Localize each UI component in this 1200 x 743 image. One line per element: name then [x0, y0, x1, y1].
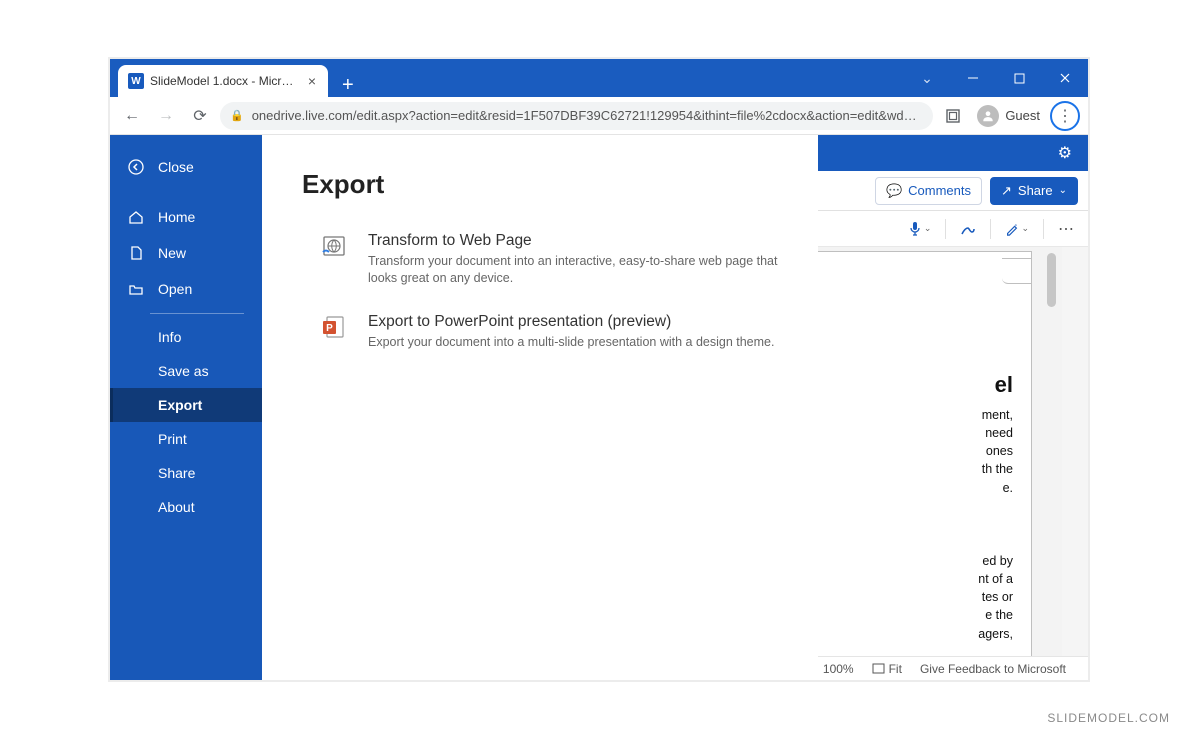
url-bar[interactable]: 🔒 onedrive.live.com/edit.aspx?action=edi…	[220, 102, 933, 130]
close-tab-icon[interactable]: ×	[306, 73, 318, 89]
close-window-button[interactable]	[1042, 59, 1088, 97]
minimize-button[interactable]	[950, 59, 996, 97]
tab-title: SlideModel 1.docx - Microsoft W	[150, 74, 300, 88]
open-folder-icon	[128, 281, 144, 297]
new-tab-button[interactable]: +	[328, 74, 368, 97]
doc-heading-fragment: el	[783, 372, 1031, 398]
sidebar-item-save-as[interactable]: Save as	[110, 354, 262, 388]
sidebar-open[interactable]: Open	[110, 271, 262, 307]
browser-tab[interactable]: W SlideModel 1.docx - Microsoft W ×	[118, 65, 328, 97]
fit-label: Fit	[889, 662, 902, 676]
share-button[interactable]: ↗ Share ⌄	[990, 177, 1078, 205]
backstage-sidebar: Close Home New Open Info Save as Export …	[110, 135, 262, 680]
doc-text-fragment: ment, need ones th the e.	[803, 406, 1013, 497]
new-doc-icon	[128, 245, 144, 261]
export-option-powerpoint[interactable]: P Export to PowerPoint presentation (pre…	[302, 307, 778, 371]
backstage-main: Export Transform to Web Page Transform y…	[262, 135, 818, 680]
toolbar-separator	[990, 219, 991, 239]
sidebar-item-print[interactable]: Print	[110, 422, 262, 456]
close-backstage-button[interactable]: Close	[110, 149, 262, 185]
profile-label: Guest	[1005, 108, 1040, 123]
close-label: Close	[158, 159, 194, 175]
sidebar-label: New	[158, 245, 186, 261]
word-app-icon: W	[128, 73, 144, 89]
zoom-level[interactable]: 100%	[823, 662, 854, 676]
sidebar-item-info[interactable]: Info	[110, 320, 262, 354]
page-ear	[1002, 258, 1032, 284]
export-option-transform-web-page[interactable]: Transform to Web Page Transform your doc…	[302, 226, 778, 307]
sidebar-divider	[150, 313, 244, 314]
sidebar-item-share[interactable]: Share	[110, 456, 262, 490]
ink-button[interactable]	[960, 221, 976, 237]
settings-gear-icon[interactable]: ⚙	[1058, 143, 1072, 163]
web-page-icon	[320, 232, 348, 260]
chevron-down-icon: ⌄	[1059, 185, 1067, 196]
share-icon: ↗	[1001, 183, 1012, 199]
page-title: Export	[302, 169, 778, 200]
sidebar-item-export[interactable]: Export	[110, 388, 262, 422]
dictate-button[interactable]: ⌄	[908, 221, 932, 237]
forward-button[interactable]: →	[152, 102, 180, 130]
designer-button[interactable]: ⌄	[1005, 221, 1029, 237]
comments-button[interactable]: 💬 Comments	[875, 177, 982, 205]
svg-text:P: P	[326, 323, 333, 334]
back-button[interactable]: ←	[118, 102, 146, 130]
sidebar-home[interactable]: Home	[110, 199, 262, 235]
more-options-button[interactable]: ⋯	[1058, 219, 1074, 239]
export-option-desc: Export your document into a multi-slide …	[368, 334, 774, 351]
lock-icon: 🔒	[230, 109, 244, 122]
address-bar-row: ← → ⟳ 🔒 onedrive.live.com/edit.aspx?acti…	[110, 97, 1088, 135]
browser-window: W SlideModel 1.docx - Microsoft W × + ⌄ …	[108, 57, 1090, 682]
profile-button[interactable]: Guest	[973, 103, 1044, 129]
sidebar-item-about[interactable]: About	[110, 490, 262, 524]
document-page: el ment, need ones th the e. ed by nt of…	[782, 251, 1032, 681]
sidebar-new[interactable]: New	[110, 235, 262, 271]
sidebar-label: Home	[158, 209, 195, 225]
toolbar-separator	[1043, 219, 1044, 239]
install-app-icon[interactable]	[939, 102, 967, 130]
browser-menu-button[interactable]: ⋮	[1050, 101, 1080, 131]
back-arrow-icon	[128, 159, 144, 175]
toolbar-separator	[945, 219, 946, 239]
reload-button[interactable]: ⟳	[186, 102, 214, 130]
tabs-dropdown-icon[interactable]: ⌄	[904, 59, 950, 97]
powerpoint-icon: P	[320, 313, 348, 341]
export-option-title: Export to PowerPoint presentation (previ…	[368, 313, 774, 331]
feedback-link[interactable]: Give Feedback to Microsoft	[920, 662, 1066, 676]
maximize-button[interactable]	[996, 59, 1042, 97]
fit-button[interactable]: Fit	[872, 662, 902, 676]
vertical-scrollbar[interactable]	[1047, 253, 1056, 307]
sidebar-label: Open	[158, 281, 192, 297]
share-label: Share	[1018, 183, 1053, 198]
home-icon	[128, 209, 144, 225]
chevron-down-icon: ⌄	[1021, 223, 1029, 234]
url-text: onedrive.live.com/edit.aspx?action=edit&…	[252, 108, 924, 123]
export-option-title: Transform to Web Page	[368, 232, 778, 250]
titlebar: W SlideModel 1.docx - Microsoft W × + ⌄	[110, 59, 1088, 97]
document-canvas: el ment, need ones th the e. ed by nt of…	[782, 247, 1062, 656]
comment-icon: 💬	[886, 183, 902, 199]
export-option-desc: Transform your document into an interact…	[368, 253, 778, 287]
chevron-down-icon: ⌄	[924, 223, 932, 234]
doc-text-fragment: ed by nt of a tes or e the agers,	[803, 552, 1013, 643]
watermark: SLIDEMODEL.COM	[1047, 711, 1170, 725]
window-controls: ⌄	[904, 59, 1088, 97]
comments-label: Comments	[908, 183, 971, 198]
avatar-icon	[977, 105, 999, 127]
